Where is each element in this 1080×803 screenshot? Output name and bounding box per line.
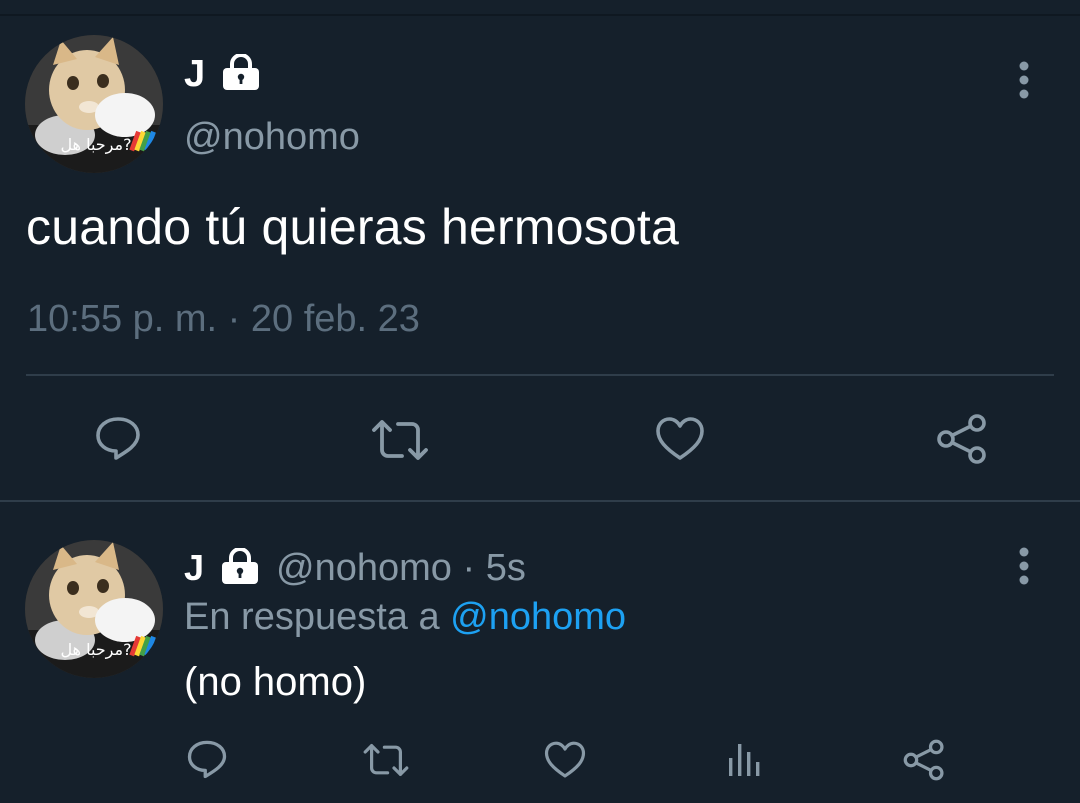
tweet-text: cuando tú quieras hermosota	[26, 199, 680, 255]
reply-text: (no homo)	[184, 660, 367, 704]
reply-icon[interactable]	[94, 414, 142, 467]
stats-divider	[26, 374, 1054, 376]
reply-handle-time[interactable]: @nohomo · 5s	[276, 547, 526, 590]
main-tweet: ?مرحبا هل J @nohomo cuando tú quieras he…	[0, 16, 1080, 502]
reply-icon[interactable]	[186, 738, 228, 785]
reply-to-link[interactable]: @nohomo	[450, 596, 626, 638]
retweet-icon[interactable]	[362, 742, 410, 783]
avatar-caption: ?مرحبا هل	[60, 135, 132, 154]
avatar[interactable]: ?مرحبا هل	[25, 35, 163, 173]
display-name[interactable]: J	[184, 547, 204, 589]
display-name[interactable]: J	[184, 53, 205, 96]
reply-author-row[interactable]: J @nohomo · 5s	[184, 545, 526, 591]
share-icon[interactable]	[935, 412, 989, 471]
tweet-detail-page: ?مرحبا هل J @nohomo cuando tú quieras he…	[0, 0, 1080, 803]
tweet-timestamp[interactable]: 10:55 p. m. · 20 feb. 23	[27, 298, 420, 341]
lock-icon	[221, 52, 261, 95]
more-options-icon[interactable]	[1014, 60, 1034, 100]
avatar-caption: ?مرحبا هل	[60, 640, 132, 659]
like-icon[interactable]	[655, 416, 705, 467]
retweet-icon[interactable]	[370, 418, 430, 467]
more-options-icon[interactable]	[1014, 546, 1034, 586]
share-icon[interactable]	[902, 738, 946, 787]
analytics-icon[interactable]	[726, 740, 762, 783]
tweet-separator	[0, 500, 1080, 502]
reply-prefix: En respuesta a	[184, 596, 451, 638]
like-icon[interactable]	[544, 740, 586, 785]
reply-context: En respuesta a @nohomo	[184, 596, 626, 639]
author-name-row[interactable]: J	[184, 50, 261, 98]
reply-avatar[interactable]: ?مرحبا هل	[25, 540, 163, 678]
lock-icon	[220, 546, 260, 589]
author-handle[interactable]: @nohomo	[184, 116, 360, 159]
